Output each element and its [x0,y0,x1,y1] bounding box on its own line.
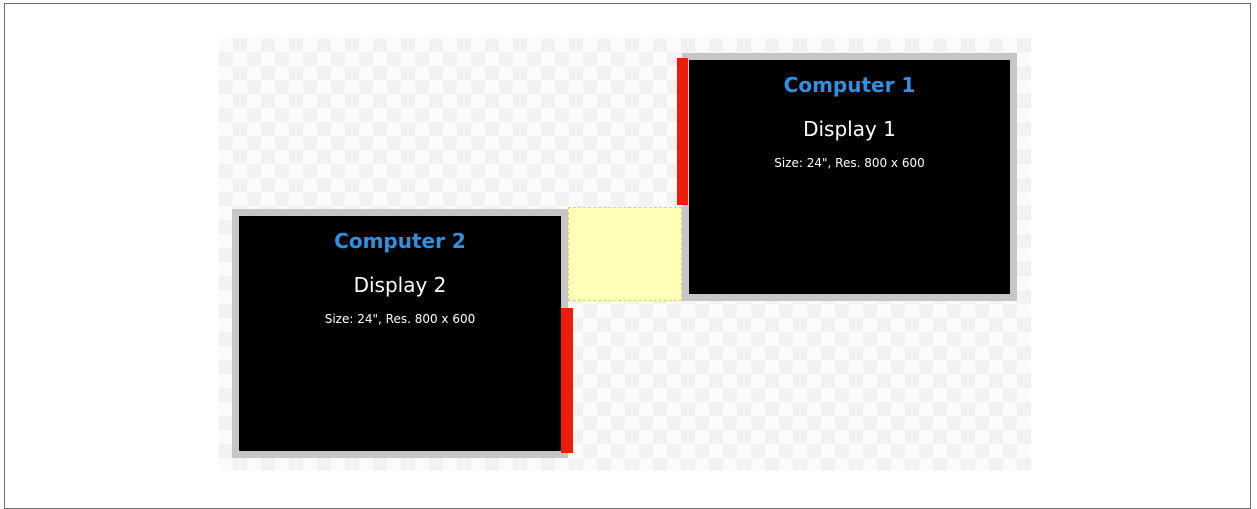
display-link-zone [568,207,682,301]
display-card-computer-2[interactable]: Computer 2 Display 2 Size: 24", Res. 800… [232,209,568,458]
display-card-computer-1[interactable]: Computer 1 Display 1 Size: 24", Res. 800… [682,53,1017,301]
display-name: Display 2 [353,273,447,297]
display-2-right-edge-marker [561,308,573,453]
display-1-left-edge-marker [677,58,688,205]
computer-name: Computer 1 [783,73,916,97]
display-spec: Size: 24", Res. 800 x 600 [774,156,925,170]
display-name: Display 1 [803,117,896,141]
computer-name: Computer 2 [334,229,466,253]
display-spec: Size: 24", Res. 800 x 600 [324,312,476,326]
